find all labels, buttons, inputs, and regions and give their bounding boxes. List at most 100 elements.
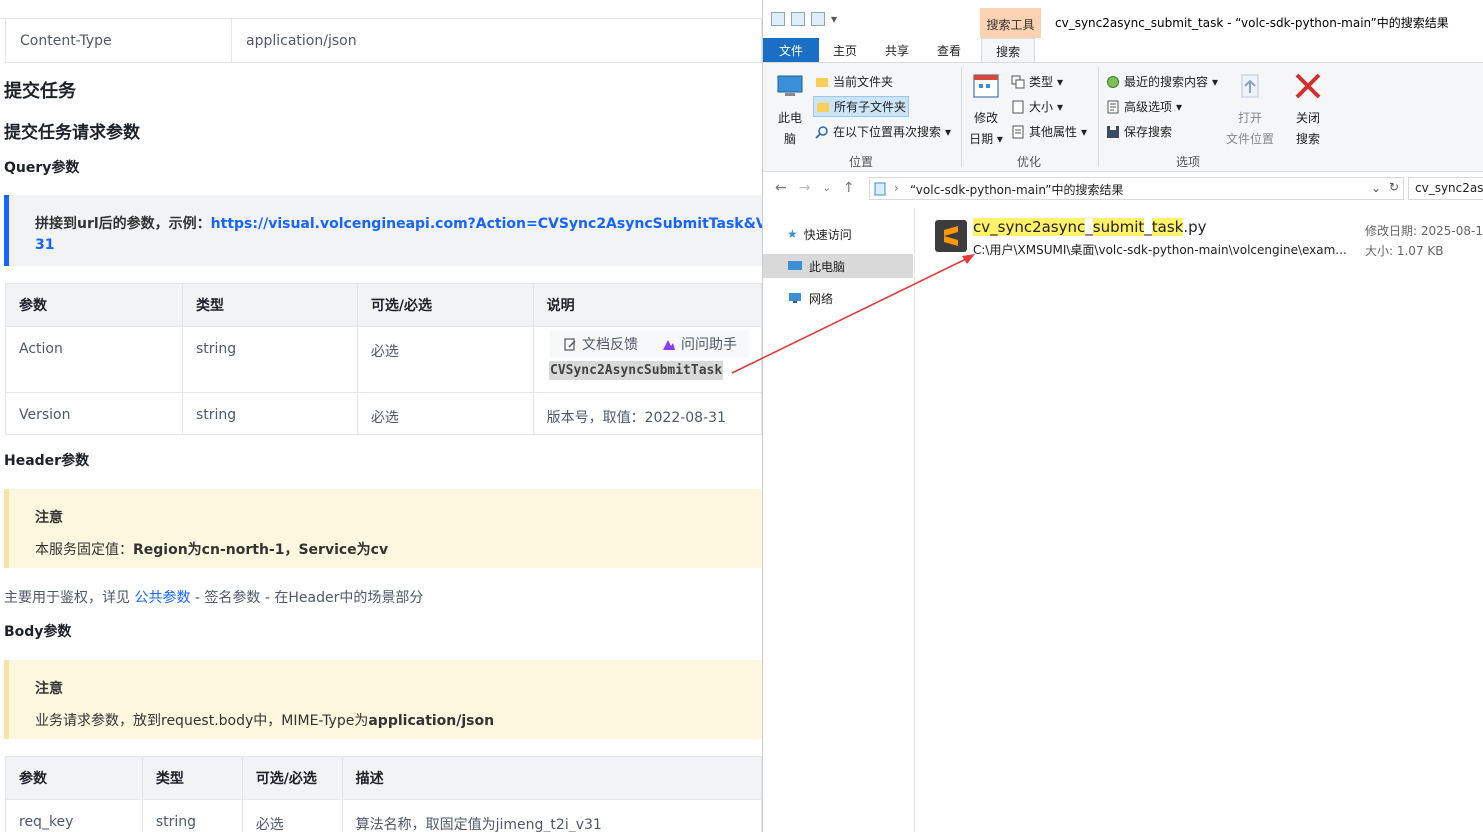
warning-title: 注意 — [35, 510, 63, 526]
date-modified-button[interactable]: 修改 日期 ▾ — [969, 71, 1003, 147]
file-size: 大小: 1.07 KB — [1365, 244, 1444, 258]
properties-icon[interactable] — [791, 12, 805, 26]
cell: req_key — [5, 799, 143, 832]
file-explorer-window: ▾ 搜索工具 cv_sync2async_submit_task - “volc… — [762, 0, 1483, 832]
search-result-item[interactable]: cv_sync2async_submit_task.py C:\用户\XMSUM… — [935, 218, 1483, 262]
warning-callout-body: 注意 业务请求参数，放到request.body中，MIME-Type为appl… — [4, 660, 762, 739]
sidebar-item-quick-access[interactable]: ★ 快速访问 — [763, 222, 913, 246]
table-row: req_key string 必选 算法名称，取固定值为jimeng_t2i_v… — [5, 799, 762, 832]
size-button[interactable]: 大小 ▾ — [1011, 98, 1063, 115]
chevron-down-icon[interactable]: ⌄ — [822, 180, 830, 196]
tab-search[interactable]: 搜索 — [981, 38, 1036, 62]
heading-query: Query参数 — [4, 160, 80, 176]
advanced-options-button[interactable]: 高级选项 ▾ — [1106, 98, 1182, 115]
size-icon — [1012, 100, 1024, 113]
all-subfolders-button[interactable]: 所有子文件夹 — [813, 96, 910, 117]
up-arrow-icon[interactable]: ↑ — [843, 180, 855, 196]
chevron-down-icon: ▾ — [1081, 124, 1088, 139]
cell: string — [141, 799, 243, 832]
feedback-label: 文档反馈 — [582, 337, 638, 353]
selected-action-value[interactable]: CVSync2AsyncSubmitTask — [549, 361, 724, 380]
search-folder-icon — [874, 182, 886, 196]
size-label: 大小 — [1029, 100, 1054, 114]
navigation-pane: ★ 快速访问 此电脑 网络 — [763, 208, 915, 832]
example-url-cont[interactable]: 31 — [35, 237, 54, 253]
heading-header: Header参数 — [4, 453, 90, 469]
cell: string — [182, 326, 358, 393]
assistant-label: 问问助手 — [681, 337, 737, 353]
tab-file[interactable]: 文件 — [763, 38, 820, 62]
recent-search-icon — [1107, 75, 1119, 88]
search-input[interactable]: cv_sync2asy — [1408, 177, 1483, 200]
col-param: 参数 — [5, 756, 143, 800]
address-text: “volc-sdk-python-main”中的搜索结果 — [910, 183, 1124, 197]
tab-share[interactable]: 共享 — [871, 38, 923, 62]
warning-text: 业务请求参数，放到request.body中，MIME-Type为applica… — [35, 710, 494, 730]
cell: 必选 — [356, 326, 534, 393]
search-icon — [815, 125, 828, 139]
folder-icon[interactable] — [771, 12, 785, 26]
open-file-location-button[interactable]: 打开 文件位置 — [1223, 71, 1277, 147]
example-url-link[interactable]: https://visual.volcengineapi.com?Action=… — [211, 216, 762, 232]
col-param: 参数 — [5, 283, 183, 327]
other-properties-button[interactable]: 其他属性 ▾ — [1011, 123, 1087, 140]
query-params-table: 参数 类型 可选/必选 说明 Action string 必选 Version … — [5, 283, 762, 435]
file-name: cv_sync2async_submit_task.py — [973, 218, 1207, 236]
all-subfolders-label: 所有子文件夹 — [834, 100, 907, 114]
file-name-match: submit — [1092, 218, 1145, 236]
close-label-b: 搜索 — [1295, 132, 1320, 146]
assistant-icon — [663, 339, 675, 350]
warning-text-b: application/json — [368, 713, 495, 729]
current-folder-button[interactable]: 当前文件夹 — [815, 73, 893, 90]
advanced-options-label: 高级选项 — [1124, 100, 1173, 114]
chevron-down-icon[interactable]: ▾ — [831, 12, 837, 26]
back-arrow-icon[interactable]: ← — [775, 180, 787, 196]
sidebar-item-label: 此电脑 — [809, 259, 846, 274]
chevron-down-icon[interactable]: ⌄ — [1371, 181, 1381, 195]
forward-arrow-icon[interactable]: → — [799, 180, 811, 196]
chevron-down-icon: ▾ — [945, 124, 952, 139]
save-icon — [1107, 125, 1119, 138]
ribbon-tabs: 文件 主页 共享 查看 搜索 — [763, 38, 1483, 62]
type-button[interactable]: 类型 ▾ — [1011, 73, 1063, 90]
nav-buttons: ← → ⌄ ↑ — [775, 180, 855, 196]
this-pc-button[interactable]: 此电 脑 — [773, 71, 807, 147]
para-a: 主要用于鉴权，详见 — [4, 590, 135, 606]
common-params-link[interactable]: 公共参数 — [134, 590, 190, 606]
sidebar-item-network[interactable]: 网络 — [763, 286, 913, 310]
new-folder-icon[interactable] — [811, 12, 825, 26]
refresh-icon[interactable]: ↻ — [1389, 180, 1399, 194]
sidebar-item-this-pc[interactable]: 此电脑 — [763, 254, 913, 278]
cell: 算法名称，取固定值为jimeng_t2i_v31 — [341, 799, 762, 832]
warning-title: 注意 — [35, 681, 63, 697]
folder-icon — [816, 77, 828, 87]
cell: Version — [5, 392, 183, 435]
cell: 版本号，取值：2022-08-31 — [532, 392, 762, 435]
close-search-button[interactable]: 关闭 搜索 — [1291, 71, 1325, 147]
heading-submit-params: 提交任务请求参数 — [4, 123, 140, 143]
warning-text-a: 业务请求参数，放到request.body中，MIME-Type为 — [35, 713, 369, 729]
folder-icon — [817, 102, 829, 112]
tab-home[interactable]: 主页 — [819, 38, 871, 62]
col-required: 可选/必选 — [356, 283, 534, 327]
content-type-value: application/json — [246, 33, 357, 49]
assistant-button[interactable]: 问问助手 — [648, 334, 747, 354]
open-location-label-a: 打开 — [1237, 111, 1262, 125]
calendar-icon — [973, 74, 999, 98]
chevron-down-icon: ▾ — [1057, 74, 1064, 89]
this-pc-label-b: 脑 — [783, 132, 796, 146]
warning-callout-header: 注意 本服务固定值：Region为cn-north-1，Service为cv — [4, 489, 762, 568]
recent-searches-button[interactable]: 最近的搜索内容 ▾ — [1106, 73, 1218, 90]
feedback-button[interactable]: 文档反馈 — [550, 334, 648, 354]
save-search-button[interactable]: 保存搜索 — [1106, 123, 1172, 140]
context-tab-search-tools: 搜索工具 — [980, 8, 1041, 38]
tab-view[interactable]: 查看 — [923, 38, 975, 62]
group-label-refine: 优化 — [1017, 155, 1042, 169]
chevron-down-icon: ▾ — [1212, 74, 1219, 89]
info-callout: 拼接到url后的参数，示例：https://visual.volcenginea… — [4, 195, 762, 266]
sidebar-item-label: 网络 — [809, 291, 834, 306]
search-again-button[interactable]: 在以下位置再次搜索 ▾ — [815, 123, 951, 140]
file-name-part: _ — [1085, 218, 1093, 236]
group-label-options: 选项 — [1176, 155, 1201, 169]
address-bar[interactable]: › “volc-sdk-python-main”中的搜索结果 ⌄ ↻ — [869, 177, 1404, 200]
